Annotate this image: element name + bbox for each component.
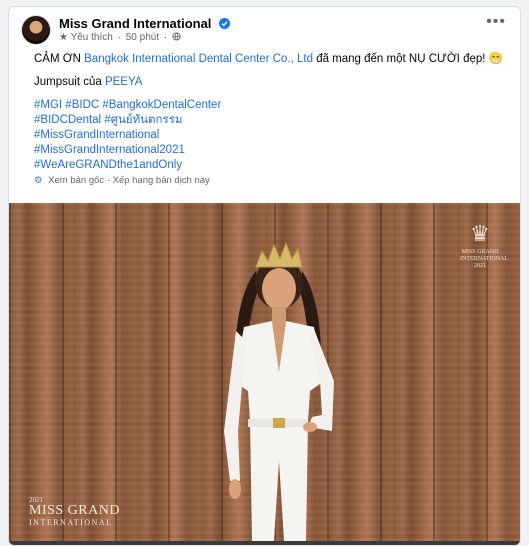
star-icon: ★ (59, 32, 68, 43)
page-name[interactable]: Miss Grand International (59, 16, 211, 31)
meta-separator: · (163, 32, 168, 43)
gear-icon: ⚙ (34, 175, 43, 186)
crown-mark-icon: ♛ (470, 221, 490, 246)
post-card: Miss Grand International ★ Yêu thích · 5… (8, 6, 521, 546)
meta-separator: · (117, 32, 121, 43)
text-fragment: Jumpsuit của (34, 76, 105, 88)
watermark-text: 2021 (474, 263, 486, 269)
text-fragment: CẢM ƠN (34, 53, 85, 65)
liked-label: Yêu thích (70, 32, 113, 43)
watermark-text: INTERNATIONAL (460, 256, 508, 262)
post-text: CẢM ƠN Bangkok International Dental Cent… (34, 52, 514, 173)
person-illustration (224, 241, 334, 541)
hashtag-line[interactable]: #BIDCDental #ศูนย์ทันตกรรม (34, 113, 514, 128)
post-meta: ★ Yêu thích · 50 phút · (59, 32, 181, 43)
post-time[interactable]: 50 phút (126, 32, 159, 43)
translation-bar: ⚙ Xem bản gốc · Xếp hạng bản dịch này (34, 175, 210, 186)
next-photo-strip[interactable] (9, 541, 520, 545)
mention-link[interactable]: Bangkok International Dental Center Co.,… (84, 53, 313, 65)
globe-icon (172, 32, 181, 43)
hashtag-line[interactable]: #MissGrandInternational (34, 128, 514, 143)
hashtag-line[interactable]: #WeAreGRANDthe1andOnly (34, 158, 514, 173)
page-name-row: Miss Grand International (59, 16, 231, 31)
watermark-subtitle: INTERNATIONAL (29, 518, 113, 527)
more-options-icon[interactable]: ••• (486, 14, 506, 30)
post-text-line: Jumpsuit của PEEYA (34, 75, 514, 90)
text-fragment: đã mang đến một NỤ CƯỜI đẹp! 😁 (313, 53, 503, 65)
watermark-logo-top: ♛ MISS GRAND INTERNATIONAL 2021 (460, 219, 508, 270)
see-original-link[interactable]: Xem bản gốc (48, 175, 104, 186)
watermark-logo-bottom: 2021 MISS GRAND INTERNATIONAL (29, 496, 120, 527)
hashtag-line[interactable]: #MGI #BIDC #BangkokDentalCenter (34, 98, 514, 113)
post-header: Miss Grand International ★ Yêu thích · 5… (9, 7, 520, 47)
mention-link[interactable]: PEEYA (105, 76, 143, 88)
post-text-line: CẢM ƠN Bangkok International Dental Cent… (34, 52, 514, 67)
rate-translation-link[interactable]: Xếp hạng bản dịch này (113, 175, 210, 186)
hashtag-line[interactable]: #MissGrandInternational2021 (34, 143, 514, 158)
post-photo[interactable]: ♛ MISS GRAND INTERNATIONAL 2021 2021 MIS… (9, 203, 520, 541)
verified-badge-icon (219, 18, 231, 29)
page-avatar[interactable] (21, 15, 51, 45)
watermark-text: MISS GRAND (461, 249, 499, 255)
watermark-title: MISS GRAND (29, 503, 120, 518)
